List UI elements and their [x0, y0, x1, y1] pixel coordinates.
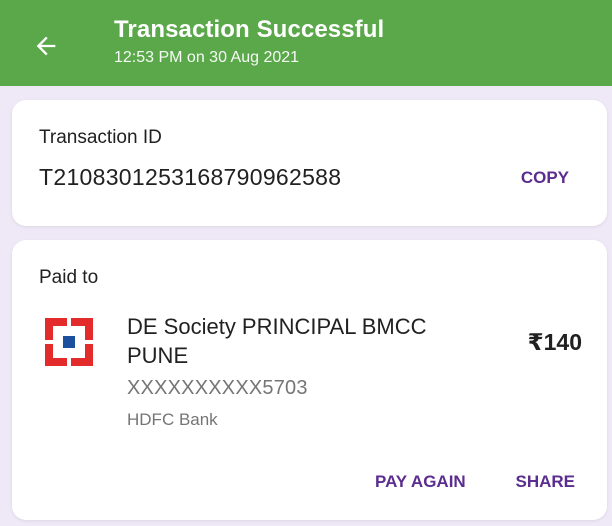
transaction-id-label: Transaction ID [39, 127, 162, 148]
paid-to-card: Paid to DE Society PRINCIPAL BMCC PUNE ₹… [12, 240, 607, 520]
payee-name: DE Society PRINCIPAL BMCC PUNE [127, 314, 427, 368]
hdfc-bank-logo-icon [45, 318, 93, 366]
arrow-left-icon [36, 36, 56, 56]
copy-button[interactable]: COPY [521, 168, 569, 188]
account-number: XXXXXXXXXX5703 [127, 377, 308, 399]
page-title: Transaction Successful [114, 16, 385, 43]
bank-name: HDFC Bank [127, 410, 218, 429]
back-button[interactable] [22, 22, 70, 70]
pay-again-button[interactable]: PAY AGAIN [375, 472, 466, 492]
app-header: Transaction Successful 12:53 PM on 30 Au… [0, 0, 612, 86]
transaction-timestamp: 12:53 PM on 30 Aug 2021 [114, 49, 300, 66]
transaction-id-card: Transaction ID T2108301253168790962588 C… [12, 100, 607, 226]
share-button[interactable]: SHARE [515, 472, 575, 492]
transaction-id-value: T2108301253168790962588 [39, 164, 342, 190]
payment-amount: ₹140 [527, 329, 582, 355]
paid-to-label: Paid to [39, 267, 99, 288]
